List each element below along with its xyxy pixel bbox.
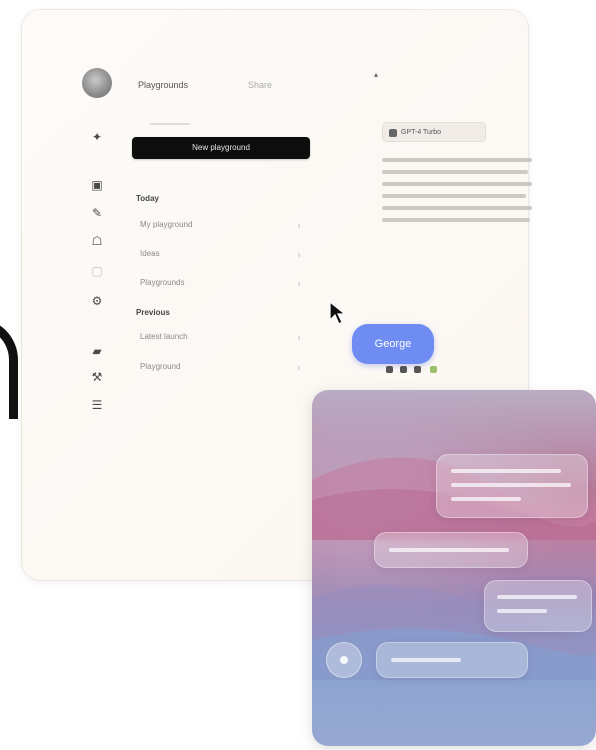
wrench-icon[interactable]: ⚒	[90, 370, 104, 384]
share-button[interactable]: Share	[248, 80, 272, 90]
icon-rail: ✦ ▣ ✎ ☖ ▢ ⚙ ▰ ⚒ ☰	[82, 68, 112, 428]
copy-icon[interactable]	[386, 366, 393, 373]
chat-preview-card	[312, 390, 596, 746]
settings-icon[interactable]: ⚙	[90, 294, 104, 308]
cursor-icon	[329, 300, 347, 325]
caret-icon[interactable]: ▴	[374, 70, 380, 79]
sidebar-panel: Playgrounds Share New playground Today M…	[132, 74, 312, 394]
main-content: ▴ GPT-4 Turbo	[360, 70, 532, 270]
message-bubble	[484, 580, 592, 632]
stage: ✦ ▣ ✎ ☖ ▢ ⚙ ▰ ⚒ ☰ Playgrounds Share New …	[0, 0, 596, 750]
search-input[interactable]	[150, 120, 210, 128]
chat-input[interactable]	[376, 642, 528, 678]
star-icon[interactable]: ✦	[90, 130, 104, 144]
grid-icon[interactable]: ▢	[90, 264, 104, 278]
list-item[interactable]: My playground	[140, 220, 300, 232]
new-playground-button[interactable]: New playground	[132, 137, 310, 159]
partial-letter-glyph	[0, 318, 18, 419]
reaction-icons	[386, 366, 466, 376]
panel-header: Playgrounds Share	[138, 80, 318, 94]
list-item[interactable]: Latest launch	[140, 332, 300, 344]
record-button[interactable]	[326, 642, 362, 678]
section-label-today: Today	[136, 194, 159, 203]
message-bubble	[436, 454, 588, 518]
list-item[interactable]: Playground	[140, 362, 300, 374]
thumb-icon[interactable]	[414, 366, 421, 373]
share-icon[interactable]	[400, 366, 407, 373]
panel-title: Playgrounds	[138, 80, 189, 90]
response-text-block	[382, 158, 532, 230]
list-item[interactable]: Playgrounds	[140, 278, 300, 290]
list-item[interactable]: Ideas	[140, 249, 300, 261]
brush-icon[interactable]: ✎	[90, 206, 104, 220]
image-icon[interactable]: ▣	[90, 178, 104, 192]
chat-icon[interactable]: ☖	[90, 234, 104, 248]
section-label-previous: Previous	[136, 308, 170, 317]
avatar[interactable]	[82, 68, 112, 98]
folder-icon[interactable]: ▰	[90, 344, 104, 358]
list-icon[interactable]: ☰	[90, 398, 104, 412]
message-bubble	[374, 532, 528, 568]
george-tag[interactable]: George	[352, 324, 434, 364]
check-icon[interactable]	[430, 366, 437, 373]
model-selector[interactable]: GPT-4 Turbo	[382, 122, 486, 142]
